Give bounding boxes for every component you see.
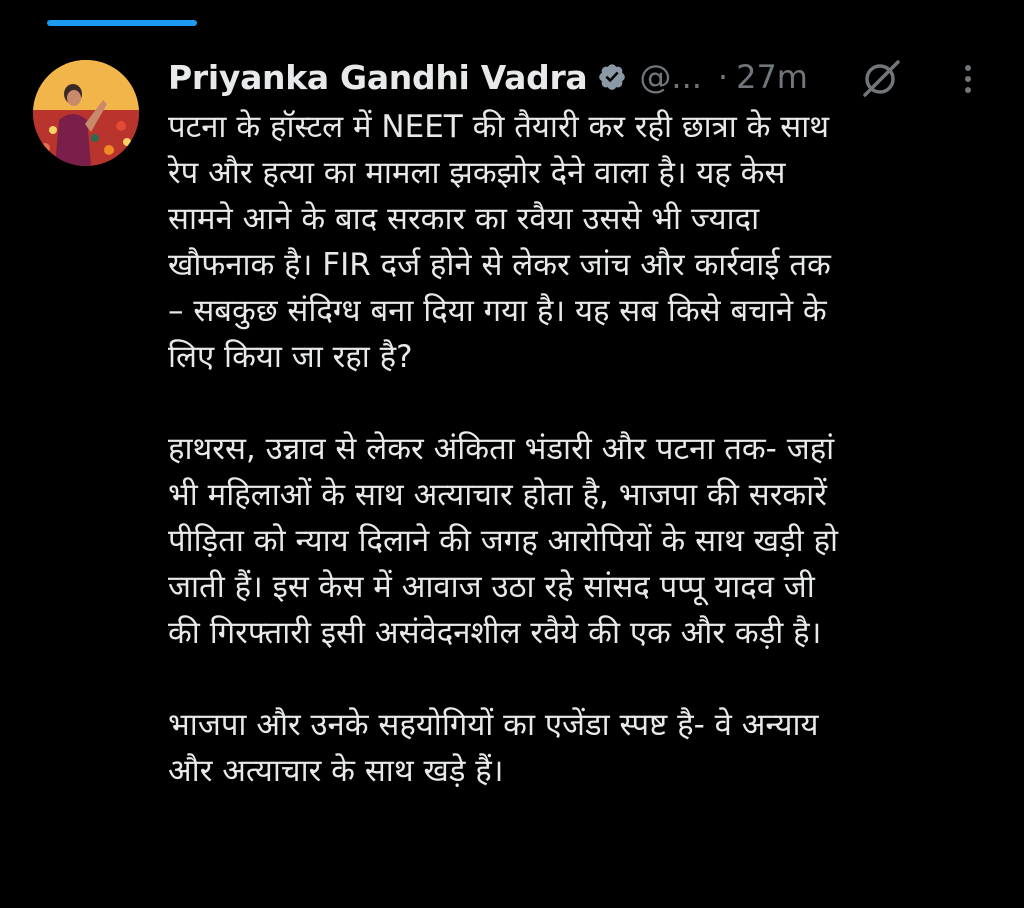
tweet-paragraph: पटना के हॉस्टल में NEET की तैयारी कर रही… [168,104,998,380]
verified-badge-icon [597,62,627,92]
tweet-line: और अत्याचार के साथ खड़े हैं। [168,753,504,789]
tweet-line: जाती हैं। इस केस में आवाज उठा रहे सांसद … [168,569,815,605]
more-vertical-icon[interactable] [958,60,978,100]
tweet-paragraph: हाथरस, उन्नाव से लेकर अंकिता भंडारी और प… [168,426,998,656]
tweet-line: – सबकुछ संदिग्ध बना दिया गया है। यह सब क… [168,293,827,329]
tweet-line: खौफनाक है। FIR दर्ज होने से लेकर जांच और… [168,247,831,283]
tweet-line: पटना के हॉस्टल में NEET की तैयारी कर रही… [168,109,830,145]
tweet-line: हाथरस, उन्नाव से लेकर अंकिता भंडारी और प… [168,431,835,467]
tweet-line: रेप और हत्या का मामला झकझोर देने वाला है… [168,155,786,191]
author-name[interactable]: Priyanka Gandhi Vadra [168,58,588,97]
active-tab-indicator [47,20,197,26]
tweet-line: पीड़िता को न्याय दिलाने की जगह आरोपियों … [168,523,839,559]
tweet-paragraph: भाजपा और उनके सहयोगियों का एजेंडा स्पष्ट… [168,702,998,794]
tweet-line: सामने आने के बाद सरकार का रवैया उससे भी … [168,201,760,237]
tweet-line: लिए किया जा रहा है? [168,339,413,375]
author-handle[interactable]: @... [639,58,702,96]
tweet-line: भाजपा और उनके सहयोगियों का एजेंडा स्पष्ट… [168,707,819,743]
tweet-timestamp[interactable]: 27m [736,58,808,96]
avatar[interactable] [33,60,139,166]
separator-dot: · [717,58,729,96]
grok-slash-circle-icon[interactable] [858,58,904,98]
tweet-text: पटना के हॉस्टल में NEET की तैयारी कर रही… [168,104,998,794]
tweet-line: की गिरफ्तारी इसी असंवेदनशील रवैये की एक … [168,615,822,651]
tweet-line: भी महिलाओं के साथ अत्याचार होता है, भाजप… [168,477,827,513]
